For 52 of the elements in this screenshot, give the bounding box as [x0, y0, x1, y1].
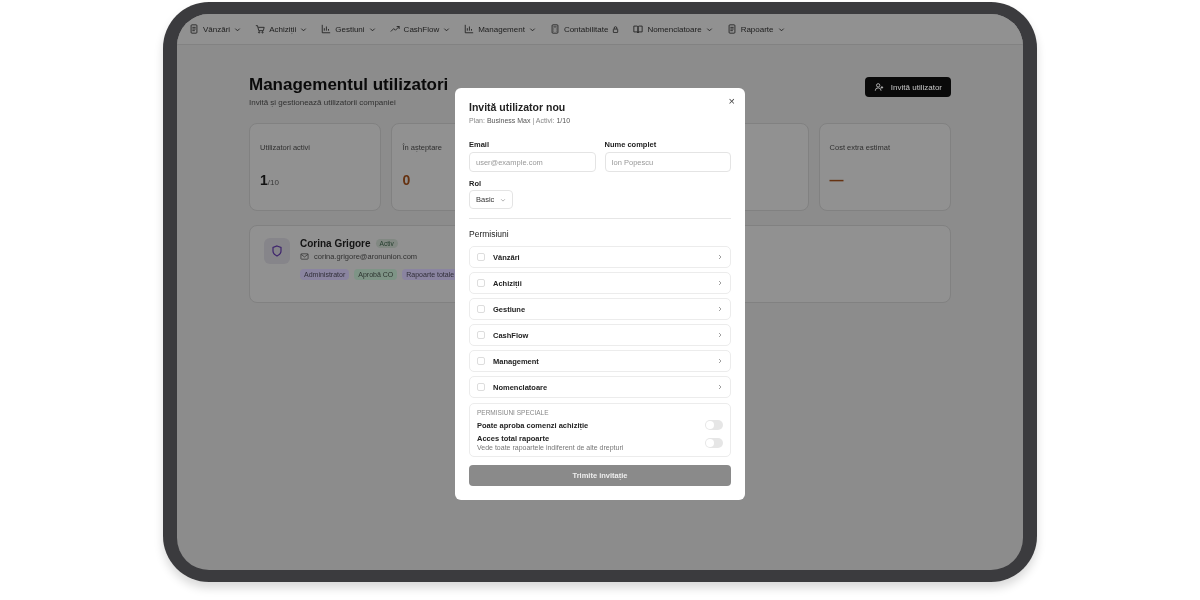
- checkbox[interactable]: [477, 357, 485, 366]
- nav-item[interactable]: CashFlow: [389, 24, 451, 34]
- add-user-icon: [873, 82, 884, 92]
- doc-icon: [726, 24, 737, 34]
- checkbox[interactable]: [477, 279, 485, 288]
- cart-icon: [255, 24, 266, 34]
- dialog-title: Invită utilizator nou: [469, 100, 567, 113]
- chevron-icon: [717, 332, 723, 339]
- nav-item[interactable]: Management: [464, 24, 536, 34]
- chevron-icon: [717, 280, 723, 287]
- mail-icon: [300, 252, 309, 261]
- page-subtitle: Invită și gestionează utilizatorii companiei: [249, 98, 396, 107]
- checkbox[interactable]: [477, 331, 485, 340]
- shield-icon: [271, 245, 283, 257]
- trend-icon: [389, 24, 400, 34]
- stat-value: —: [829, 172, 844, 188]
- chevron-icon: [717, 306, 723, 313]
- checkbox[interactable]: [477, 383, 485, 392]
- caret-icon: [300, 25, 308, 33]
- chevron-icon: [717, 358, 723, 365]
- book-icon: [633, 24, 644, 34]
- caret-icon: [705, 25, 713, 33]
- user-name: Corina Grigore: [300, 238, 371, 249]
- close-button[interactable]: ×: [728, 94, 735, 107]
- calc-icon: [549, 24, 560, 34]
- checkbox[interactable]: [477, 305, 485, 314]
- nav-item[interactable]: Vânzări: [189, 24, 242, 34]
- checkbox[interactable]: [477, 253, 485, 262]
- bars-icon: [321, 24, 332, 34]
- caret-icon: [443, 25, 451, 33]
- nav-item[interactable]: Rapoarte: [726, 24, 785, 34]
- nav-item[interactable]: Nomenclatoare: [633, 24, 713, 34]
- page-title: Managementul utilizatori: [249, 75, 449, 95]
- doc-icon: [189, 24, 199, 34]
- toggle-switch[interactable]: [705, 437, 723, 448]
- chevron-icon: [717, 384, 723, 391]
- bars-icon: [464, 24, 475, 34]
- lock-icon: [612, 25, 620, 33]
- invite-user-button[interactable]: Invită utilizator: [864, 77, 951, 97]
- section-title: Permisiuni: [469, 229, 510, 240]
- nav-item[interactable]: Gestiuni: [321, 24, 376, 34]
- nav-item[interactable]: Contabilitate: [549, 24, 620, 34]
- caret-icon: [528, 25, 536, 33]
- stat-value: 0: [402, 172, 411, 188]
- caret-icon: [234, 25, 242, 33]
- stat-value: 1/10: [260, 172, 279, 188]
- nav-item[interactable]: Achiziții: [255, 24, 308, 34]
- toggle-switch[interactable]: [705, 420, 723, 431]
- caret-icon: [368, 25, 376, 33]
- chevron-icon: [717, 254, 723, 261]
- caret-icon: [500, 196, 507, 203]
- caret-icon: [777, 25, 785, 33]
